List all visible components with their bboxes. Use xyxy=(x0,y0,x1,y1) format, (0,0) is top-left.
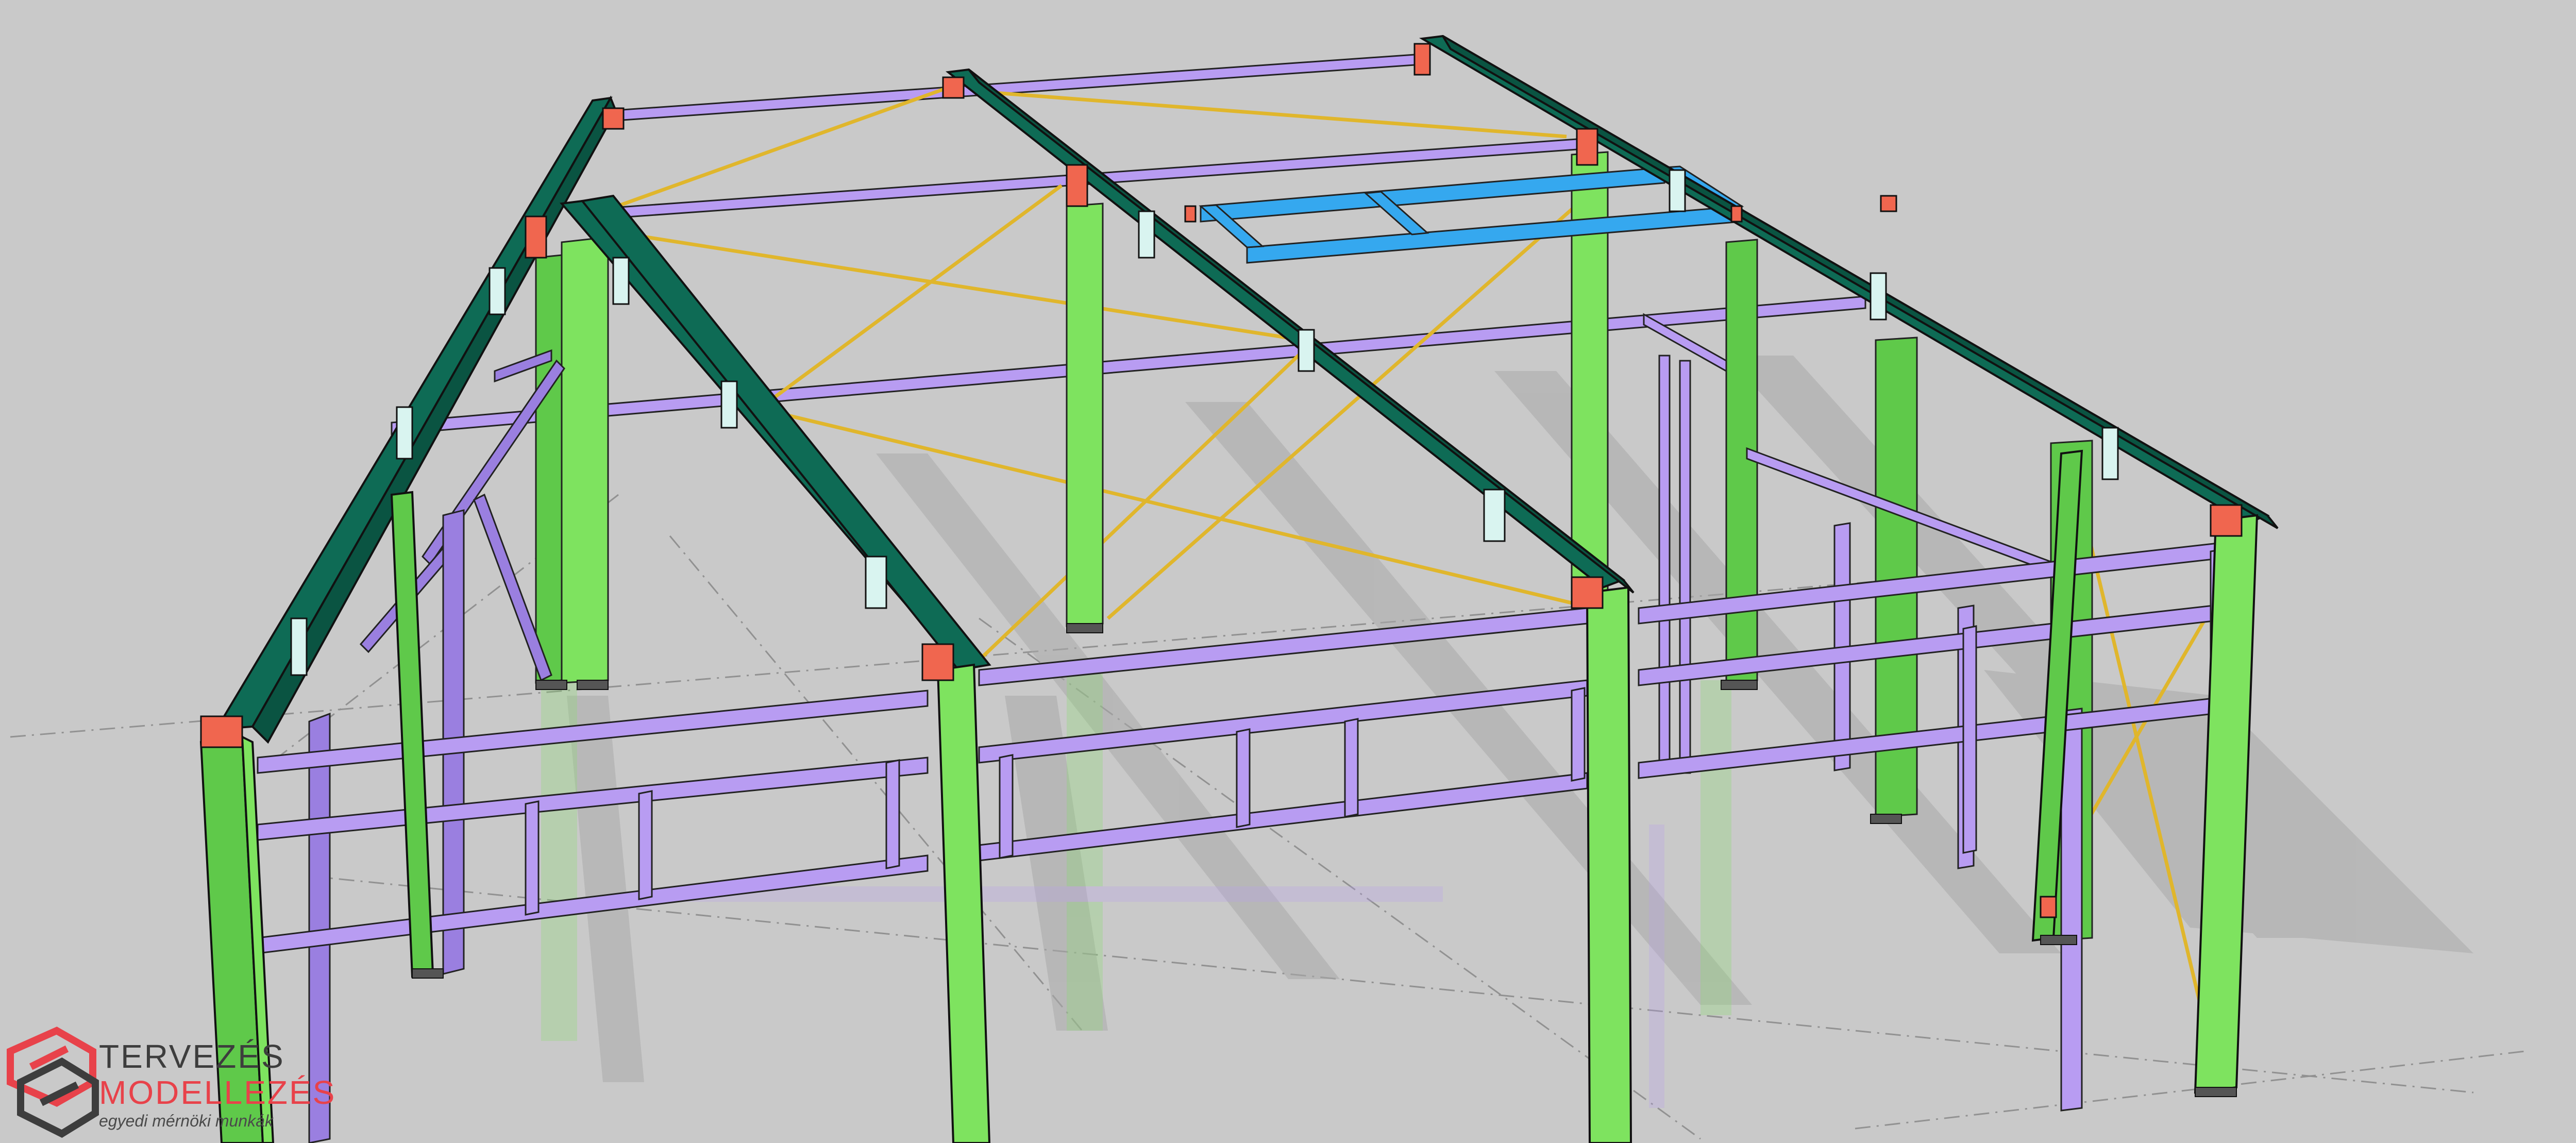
skylight-frame xyxy=(1199,165,1744,264)
logo-line1: TERVEZÉS xyxy=(99,1038,285,1075)
logo-emblem xyxy=(7,1027,99,1138)
ground-shadows xyxy=(567,356,2473,1082)
logo-text: TERVEZÉS MODELLEZÉS egyedi mérnöki munká… xyxy=(99,1038,336,1131)
logo-line2: MODELLEZÉS xyxy=(99,1074,336,1111)
logo-line3: egyedi mérnöki munkák xyxy=(99,1112,273,1130)
steel-structure-scene xyxy=(7,35,2526,1143)
